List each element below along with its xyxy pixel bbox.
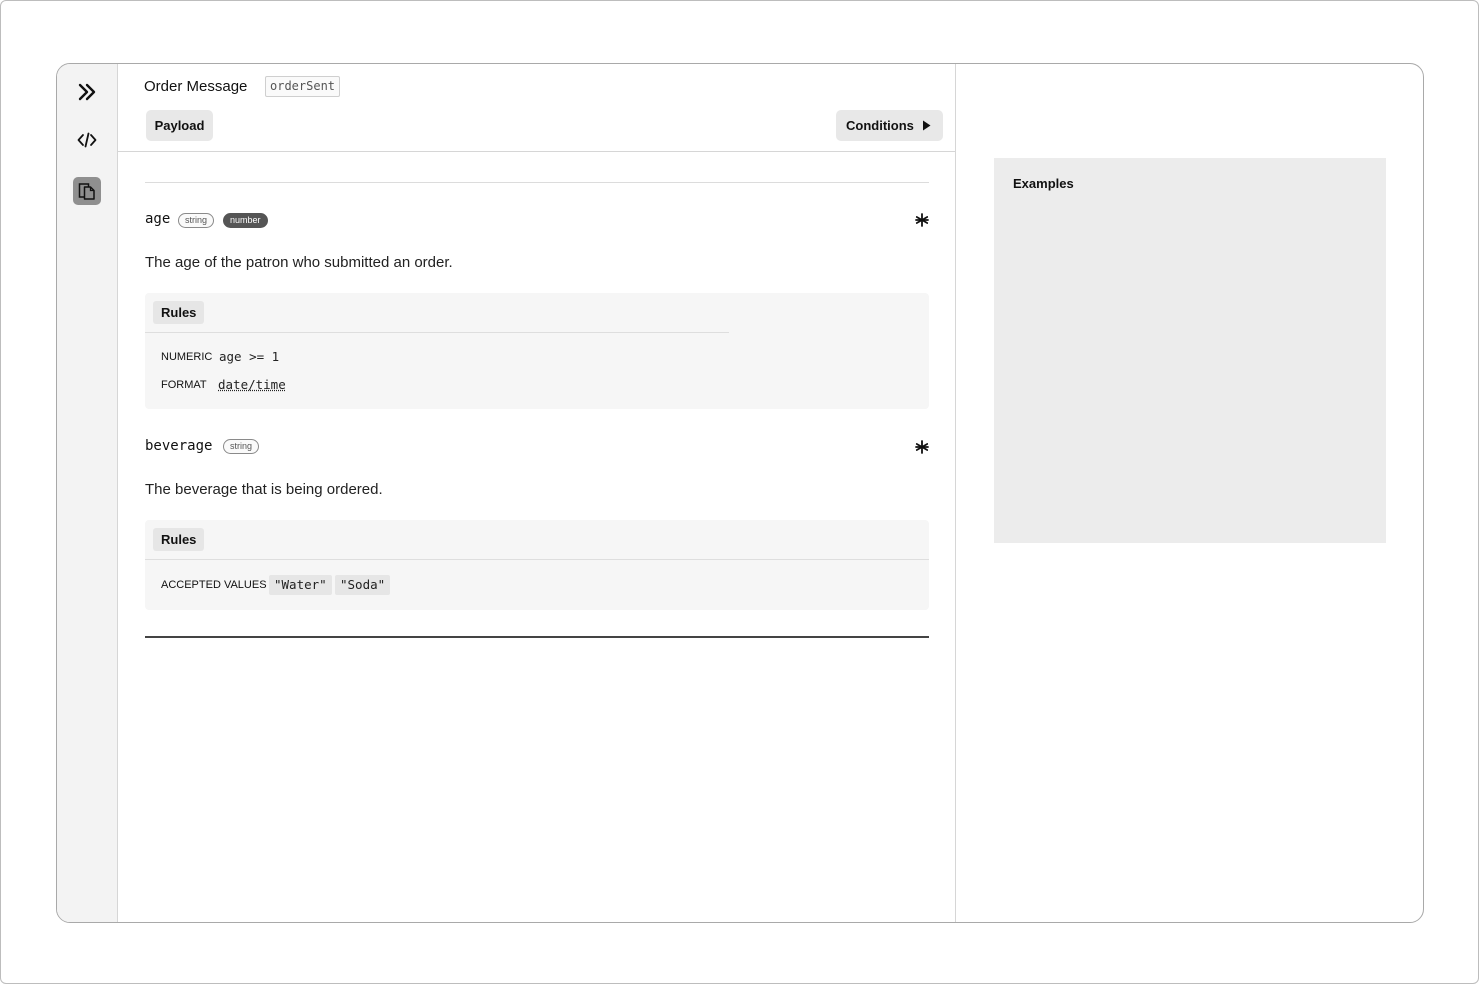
rule-value: age >= 1 bbox=[219, 349, 280, 364]
message-header: Order Message orderSent Payload Conditio… bbox=[118, 64, 955, 152]
property-name: beverage bbox=[145, 438, 213, 454]
section-divider bbox=[145, 182, 929, 183]
documents-icon bbox=[78, 183, 95, 200]
property-description: The beverage that is being ordered. bbox=[145, 481, 383, 498]
code-icon bbox=[77, 132, 97, 148]
rule-key: FORMAT bbox=[161, 379, 207, 391]
examples-panel: Examples bbox=[956, 64, 1423, 922]
type-badge-number: number bbox=[223, 213, 268, 228]
required-asterisk-icon bbox=[915, 440, 929, 454]
type-badge-string: string bbox=[178, 213, 215, 228]
sidebar bbox=[57, 64, 118, 922]
section-end-divider bbox=[145, 636, 929, 638]
code-view-button[interactable] bbox=[73, 126, 101, 154]
required-asterisk-icon bbox=[915, 213, 929, 227]
rule-key: NUMERIC bbox=[161, 351, 213, 363]
message-title: Order Message bbox=[144, 78, 248, 95]
rules-label: Rules bbox=[153, 301, 205, 324]
examples-box: Examples bbox=[994, 158, 1386, 543]
rules-panel: Rules NUMERIC age >= 1 FORMAT date/time bbox=[145, 293, 929, 409]
play-icon bbox=[923, 120, 931, 131]
rule-value[interactable]: date/time bbox=[218, 377, 286, 392]
message-id-badge: orderSent bbox=[265, 76, 341, 97]
payload-label: Payload bbox=[154, 118, 205, 133]
property-name: age bbox=[145, 211, 171, 227]
conditions-button[interactable]: Conditions bbox=[836, 110, 943, 141]
rules-label: Rules bbox=[153, 528, 205, 551]
examples-title: Examples bbox=[1013, 176, 1074, 191]
rules-divider bbox=[145, 332, 729, 333]
rule-key: ACCEPTED VALUES bbox=[161, 579, 267, 591]
main-panel: Order Message orderSent Payload Conditio… bbox=[118, 64, 956, 922]
documents-view-button[interactable] bbox=[73, 177, 101, 205]
app-window: Order Message orderSent Payload Conditio… bbox=[56, 63, 1424, 923]
accepted-value-chip: "Soda" bbox=[335, 575, 391, 595]
rules-panel: Rules ACCEPTED VALUES "Water" "Soda" bbox=[145, 520, 929, 610]
property-description: The age of the patron who submitted an o… bbox=[145, 254, 453, 271]
accepted-value-chip: "Water" bbox=[269, 575, 332, 595]
expand-sidebar-button[interactable] bbox=[73, 78, 101, 106]
screen-frame: Order Message orderSent Payload Conditio… bbox=[0, 0, 1479, 984]
type-badge-string: string bbox=[223, 439, 260, 454]
conditions-label: Conditions bbox=[846, 118, 914, 133]
payload-button[interactable]: Payload bbox=[146, 110, 213, 141]
chevrons-right-icon bbox=[78, 83, 96, 101]
rules-divider bbox=[145, 559, 929, 560]
